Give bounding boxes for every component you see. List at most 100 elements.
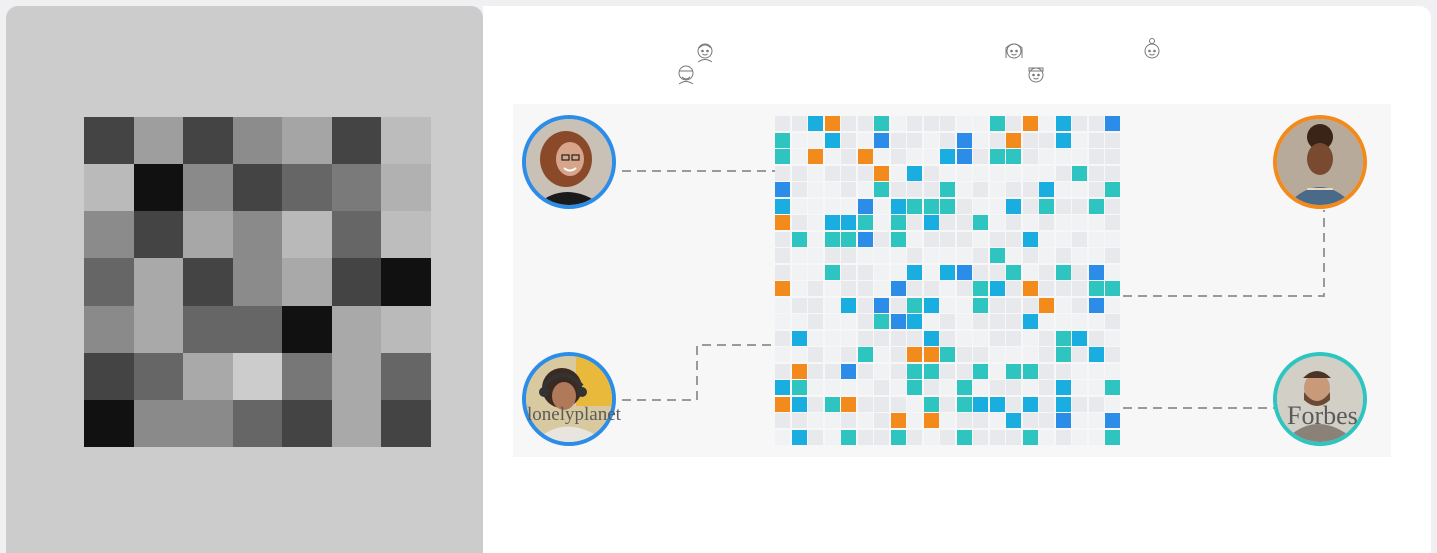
matrix-cell (1039, 198, 1054, 214)
matrix-cell (1022, 116, 1038, 131)
matrix-cell (973, 132, 988, 148)
matrix-cell (1072, 396, 1087, 412)
matrix-cell (1006, 347, 1021, 362)
matrix-cell (824, 198, 840, 214)
matrix-cell (874, 314, 889, 329)
matrix-cell (1072, 314, 1087, 329)
matrix-cell (1039, 396, 1054, 412)
matrix-cell (808, 330, 823, 346)
mosaic-cell (331, 399, 382, 447)
matrix-cell (956, 165, 972, 181)
matrix-cell (1088, 429, 1104, 445)
avatar-woman-curly-hair (1273, 115, 1367, 209)
matrix-cell (907, 264, 922, 280)
matrix-cell (791, 347, 807, 362)
user-face-icon (1003, 40, 1025, 64)
matrix-cell (923, 347, 939, 362)
matrix-cell (1088, 215, 1104, 230)
matrix-cell (874, 297, 889, 313)
matrix-cell (791, 132, 807, 148)
matrix-cell (956, 264, 972, 280)
avatar-man-headphones (522, 352, 616, 446)
matrix-cell (940, 182, 955, 197)
mosaic-cell (232, 117, 283, 165)
matrix-cell (1006, 149, 1021, 164)
matrix-cell (890, 116, 906, 131)
matrix-cell (940, 132, 955, 148)
matrix-cell (808, 380, 823, 395)
matrix-cell (940, 281, 955, 296)
matrix-cell (1072, 132, 1087, 148)
matrix-cell (874, 264, 889, 280)
matrix-cell (808, 347, 823, 362)
matrix-cell (1055, 363, 1071, 379)
matrix-cell (1088, 281, 1104, 296)
matrix-cell (791, 413, 807, 428)
matrix-cell (791, 149, 807, 164)
matrix-cell (1105, 429, 1120, 445)
matrix-cell (775, 347, 790, 362)
user-face-icon (675, 62, 697, 86)
matrix-cell (940, 429, 955, 445)
mosaic-cell (381, 117, 431, 165)
matrix-cell (1105, 165, 1120, 181)
matrix-cell (956, 363, 972, 379)
matrix-cell (973, 149, 988, 164)
matrix-cell (989, 215, 1005, 230)
matrix-cell (857, 132, 873, 148)
matrix-cell (1055, 330, 1071, 346)
matrix-cell (841, 182, 856, 197)
mosaic-cell (331, 117, 382, 165)
matrix-cell (808, 396, 823, 412)
matrix-cell (1105, 149, 1120, 164)
matrix-cell (1022, 429, 1038, 445)
matrix-cell (1006, 165, 1021, 181)
matrix-cell (841, 132, 856, 148)
matrix-cell (1055, 413, 1071, 428)
matrix-cell (989, 149, 1005, 164)
matrix-cell (808, 314, 823, 329)
matrix-cell (940, 297, 955, 313)
matrix-cell (1072, 297, 1087, 313)
matrix-cell (1022, 165, 1038, 181)
matrix-cell (824, 264, 840, 280)
matrix-cell (1022, 132, 1038, 148)
matrix-cell (1105, 396, 1120, 412)
matrix-cell (956, 182, 972, 197)
mosaic-cell (282, 258, 332, 306)
matrix-cell (923, 132, 939, 148)
matrix-cell (1088, 165, 1104, 181)
matrix-cell (890, 281, 906, 296)
matrix-cell (1055, 149, 1071, 164)
matrix-cell (956, 347, 972, 362)
matrix-cell (989, 231, 1005, 247)
mosaic-cell (232, 211, 283, 259)
mosaic-cell (381, 399, 431, 447)
matrix-cell (841, 281, 856, 296)
matrix-cell (1006, 182, 1021, 197)
matrix-cell (989, 429, 1005, 445)
matrix-cell (775, 165, 790, 181)
matrix-cell (1022, 330, 1038, 346)
matrix-cell (940, 363, 955, 379)
matrix-cell (890, 297, 906, 313)
mosaic-cell (183, 305, 233, 353)
matrix-cell (973, 330, 988, 346)
mosaic-cell (282, 211, 332, 259)
matrix-cell (1072, 116, 1087, 131)
matrix-cell (824, 182, 840, 197)
matrix-cell (824, 330, 840, 346)
matrix-cell (1022, 215, 1038, 230)
avatar-man-beard (1273, 352, 1367, 446)
matrix-cell (1072, 182, 1087, 197)
matrix-cell (1006, 413, 1021, 428)
matrix-cell (1088, 396, 1104, 412)
matrix-cell (857, 380, 873, 395)
matrix-cell (775, 215, 790, 230)
matrix-cell (923, 264, 939, 280)
matrix-cell (973, 231, 988, 247)
matrix-cell (989, 264, 1005, 280)
mosaic-cell (331, 305, 382, 353)
matrix-cell (1105, 297, 1120, 313)
matrix-cell (1039, 330, 1054, 346)
